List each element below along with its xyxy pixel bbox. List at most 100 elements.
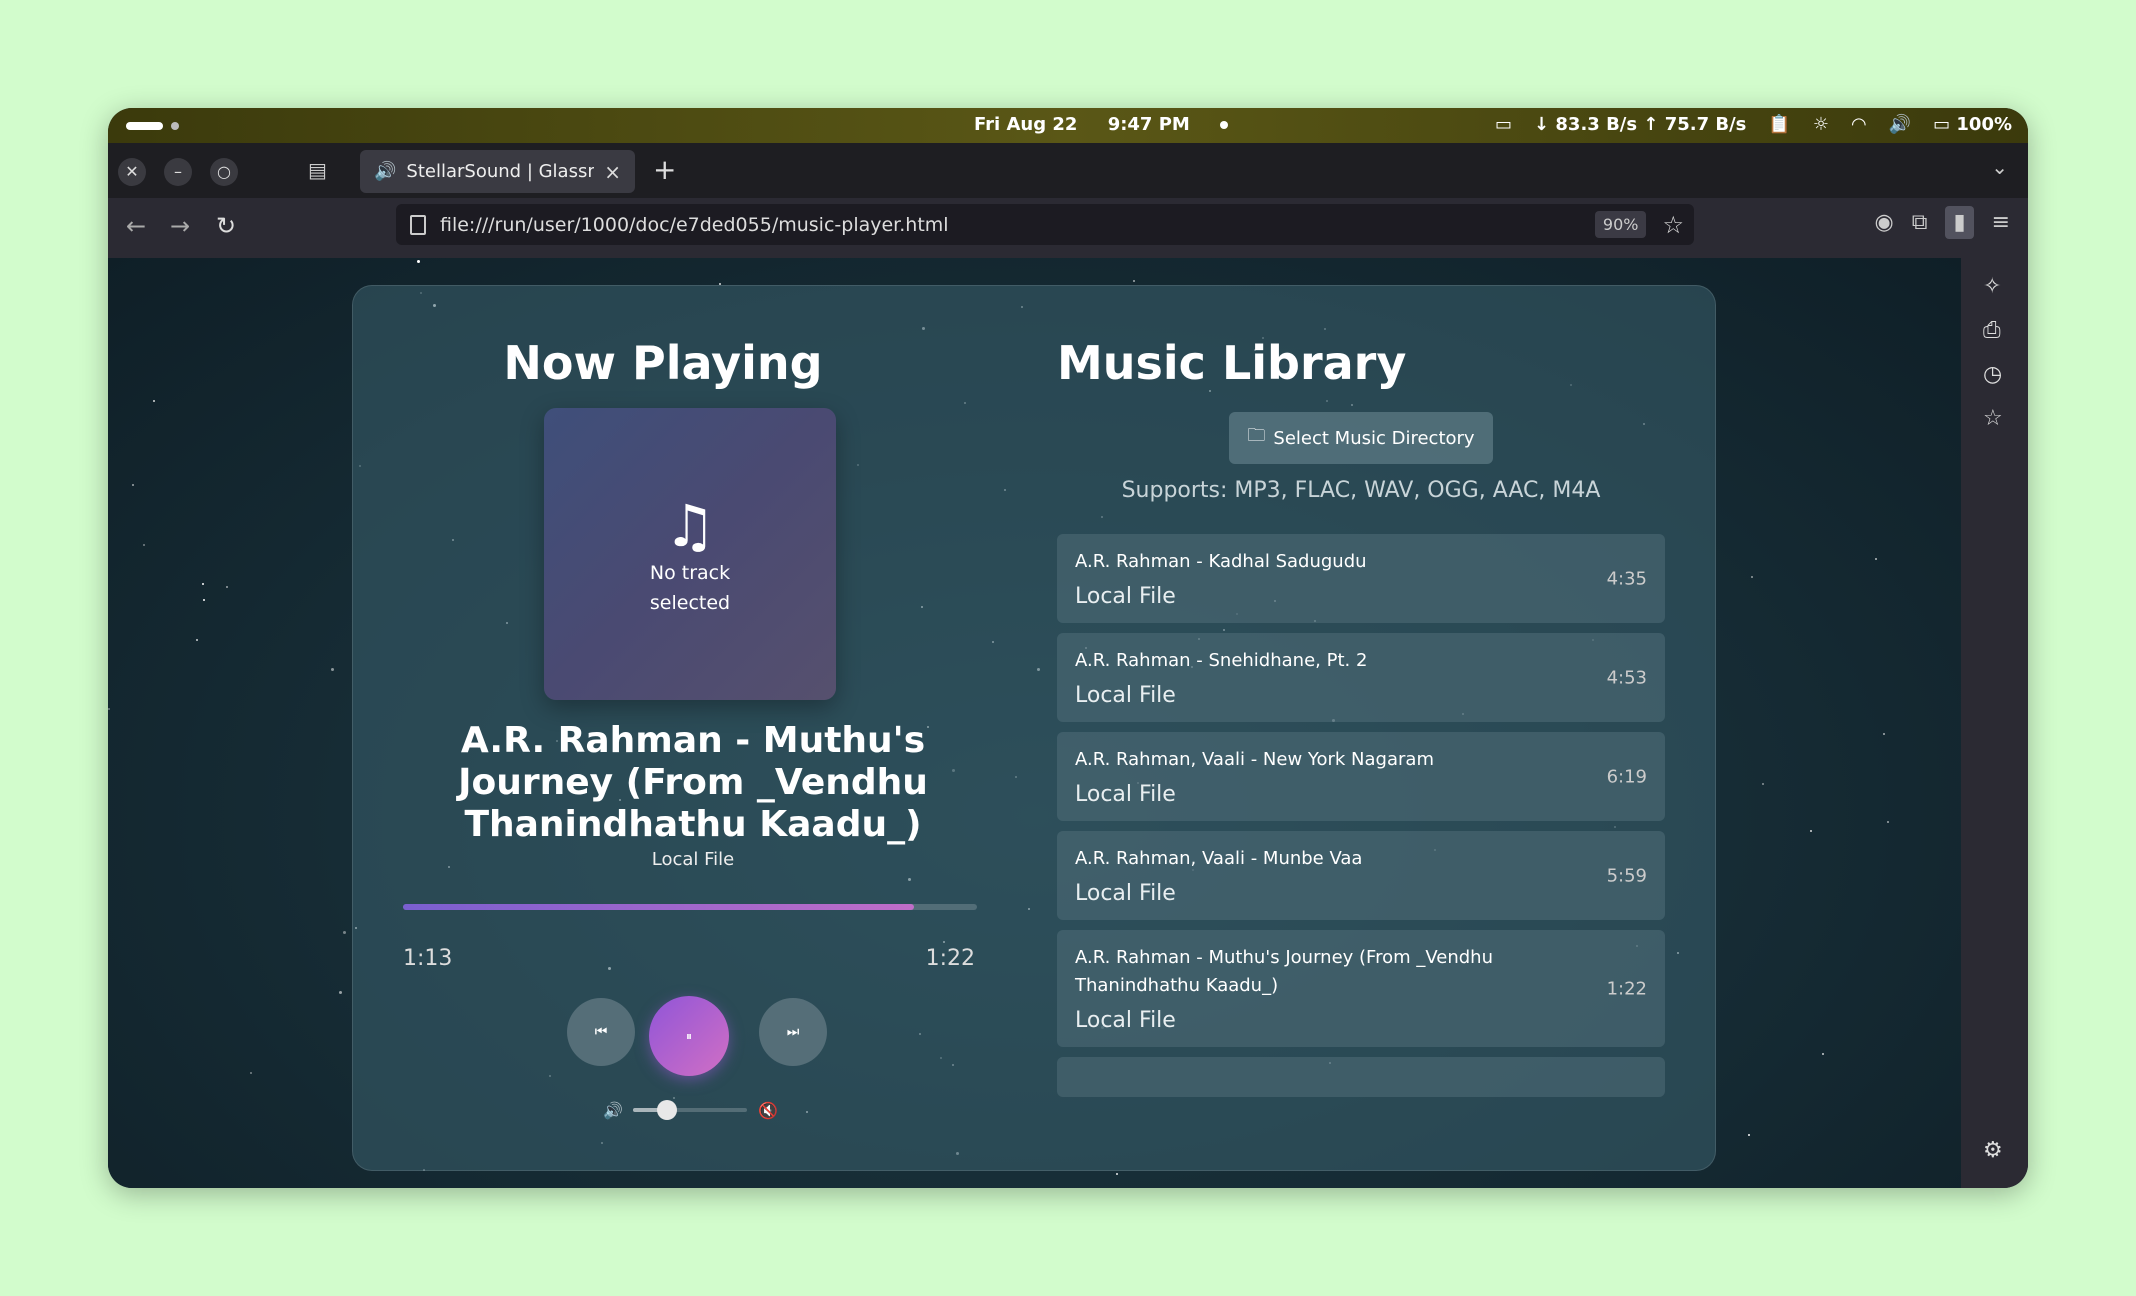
clipboard-icon[interactable]: 📋 (1768, 114, 1790, 135)
navigation-bar: ← → ↻ file:///run/user/1000/doc/e7ded055… (108, 198, 2028, 258)
track-list[interactable]: A.R. Rahman - Kadhal Sadugudu Local File… (1057, 534, 1665, 1102)
workspace-dot[interactable] (171, 122, 179, 130)
next-track-button[interactable]: ⏭ (759, 998, 827, 1066)
tab-title: StellarSound | Glassmorp (406, 161, 594, 182)
star-dot (1875, 558, 1877, 560)
zoom-level-badge[interactable]: 90% (1594, 211, 1647, 238)
star-dot (1751, 576, 1753, 578)
supported-formats-text: Supports: MP3, FLAC, WAV, OGG, AAC, M4A (1121, 478, 1601, 503)
url-text[interactable]: file:///run/user/1000/doc/e7ded055/music… (440, 214, 1595, 236)
notification-dot (1220, 121, 1229, 129)
extensions-icon[interactable]: ⧉ (1912, 210, 1928, 235)
star-dot (1748, 1134, 1750, 1136)
progress-fill (403, 904, 914, 910)
track-name: A.R. Rahman - Kadhal Sadugudu (1075, 551, 1367, 572)
play-pause-button[interactable]: ⏸ (649, 996, 729, 1076)
maximize-window-button[interactable]: ○ (210, 158, 238, 186)
tab-music-player[interactable]: 🔊 StellarSound | Glassmorp × (360, 150, 635, 193)
progress-bar[interactable] (403, 904, 977, 910)
star-dot (1810, 830, 1812, 832)
account-icon[interactable]: ◉ (1875, 210, 1894, 235)
track-duration: 6:19 (1606, 766, 1647, 787)
star-dot (203, 599, 205, 601)
system-top-bar: Fri Aug 22 9:47 PM ▭ ↓ 83.3 B/s ↑ 75.7 B… (108, 108, 2028, 143)
track-title: A.R. Rahman - Muthu's Journey (From _Ven… (458, 720, 928, 845)
tab-list-chevron-icon[interactable]: ⌄ (1991, 155, 2008, 179)
folder-icon: 🗀 (1247, 425, 1266, 446)
current-time: 1:13 (403, 946, 453, 971)
back-arrow-icon[interactable]: ← (126, 212, 146, 240)
volume-slider[interactable] (633, 1108, 747, 1112)
history-clock-icon[interactable]: ◷ (1983, 362, 2002, 387)
previous-track-button[interactable]: ⏮ (567, 998, 635, 1066)
track-source: Local File (651, 849, 735, 870)
window-icon[interactable]: ▭ (1495, 114, 1512, 135)
reload-icon[interactable]: ↻ (216, 212, 236, 240)
brightness-icon[interactable]: ☼ (1813, 114, 1829, 135)
track-duration: 1:22 (1606, 978, 1647, 999)
forward-arrow-icon[interactable]: → (170, 212, 190, 240)
tab-overview-icon[interactable]: ▤ (308, 158, 327, 182)
clock[interactable]: Fri Aug 22 9:47 PM (974, 114, 1252, 135)
page-icon (410, 214, 426, 235)
skip-back-icon: ⏮ (594, 1024, 608, 1040)
track-duration: 5:59 (1606, 865, 1647, 886)
track-name: A.R. Rahman - Snehidhane, Pt. 2 (1075, 650, 1368, 671)
star-dot (1887, 821, 1889, 823)
track-list-item-partial[interactable] (1057, 1057, 1665, 1097)
close-window-button[interactable]: ✕ (118, 158, 146, 186)
star-dot (153, 400, 155, 402)
close-tab-icon[interactable]: × (604, 160, 621, 184)
minimize-window-button[interactable]: – (164, 158, 192, 186)
select-directory-button[interactable]: 🗀 Select Music Directory (1229, 412, 1493, 464)
battery-text: 100% (1956, 114, 2012, 135)
sidebar-toggle-icon[interactable]: ▮ (1945, 206, 1974, 239)
ai-sparkle-icon[interactable]: ✧ (1983, 274, 2001, 299)
star-dot (331, 668, 334, 671)
track-list-item[interactable]: A.R. Rahman, Vaali - Munbe Vaa Local Fil… (1057, 831, 1665, 920)
address-bar[interactable]: file:///run/user/1000/doc/e7ded055/music… (396, 204, 1694, 245)
settings-gear-icon[interactable]: ⚙ (1983, 1138, 2003, 1163)
track-duration: 4:53 (1606, 667, 1647, 688)
star-dot (143, 544, 145, 546)
time-text: 9:47 PM (1107, 114, 1190, 135)
music-library-heading: Music Library (1057, 336, 1407, 390)
album-art: ♫ No track selected (544, 408, 836, 700)
track-duration: 4:35 (1606, 568, 1647, 589)
star-dot (1883, 733, 1885, 735)
track-name: A.R. Rahman - Muthu's Journey (From _Ven… (1075, 947, 1493, 996)
track-item-source: Local File (1075, 782, 1176, 807)
wifi-icon[interactable]: ◠ (1851, 114, 1867, 135)
track-list-item[interactable]: A.R. Rahman, Vaali - New York Nagaram Lo… (1057, 732, 1665, 821)
star-dot (250, 1072, 252, 1074)
tab-bar: ✕ – ○ ▤ 🔊 StellarSound | Glassmorp × + ⌄ (108, 143, 2028, 198)
star-dot (108, 708, 110, 710)
synced-tabs-icon[interactable]: ⎙ (1983, 318, 2001, 343)
speaker-icon[interactable]: 🔊 (374, 161, 396, 182)
menu-icon[interactable]: ≡ (1992, 210, 2010, 235)
track-item-source: Local File (1075, 881, 1176, 906)
workspace-indicator[interactable] (126, 122, 163, 130)
glass-panel: Now Playing ♫ No track selected A.R. Rah… (352, 285, 1716, 1171)
track-list-item[interactable]: A.R. Rahman - Snehidhane, Pt. 2 Local Fi… (1057, 633, 1665, 722)
track-item-source: Local File (1075, 584, 1176, 609)
volume-up-icon[interactable]: 🔊 (603, 1101, 623, 1120)
star-dot (1822, 1053, 1824, 1055)
new-tab-button[interactable]: + (653, 153, 676, 186)
browser-sidebar: ✧ ⎙ ◷ ☆ ⚙ (1961, 258, 2028, 1188)
bookmarks-star-icon[interactable]: ☆ (1983, 406, 2003, 431)
mute-icon[interactable]: 🔇 (758, 1101, 778, 1120)
battery-status[interactable]: ▭ 100% (1933, 114, 2012, 135)
star-dot (196, 639, 198, 641)
select-directory-label: Select Music Directory (1273, 427, 1475, 449)
track-list-item[interactable]: A.R. Rahman - Muthu's Journey (From _Ven… (1057, 930, 1665, 1047)
star-dot (1116, 1173, 1118, 1175)
battery-icon: ▭ (1933, 114, 1951, 135)
system-tray: ▭ ↓ 83.3 B/s ↑ 75.7 B/s 📋 ☼ ◠ 🔊 ▭ 100% (1495, 114, 2012, 135)
volume-slider-handle[interactable] (657, 1100, 678, 1120)
pause-icon: ⏸ (685, 1028, 692, 1043)
now-playing-heading: Now Playing (503, 336, 823, 390)
track-list-item[interactable]: A.R. Rahman - Kadhal Sadugudu Local File… (1057, 534, 1665, 623)
volume-icon[interactable]: 🔊 (1889, 114, 1911, 135)
bookmark-star-icon[interactable]: ☆ (1662, 211, 1684, 239)
